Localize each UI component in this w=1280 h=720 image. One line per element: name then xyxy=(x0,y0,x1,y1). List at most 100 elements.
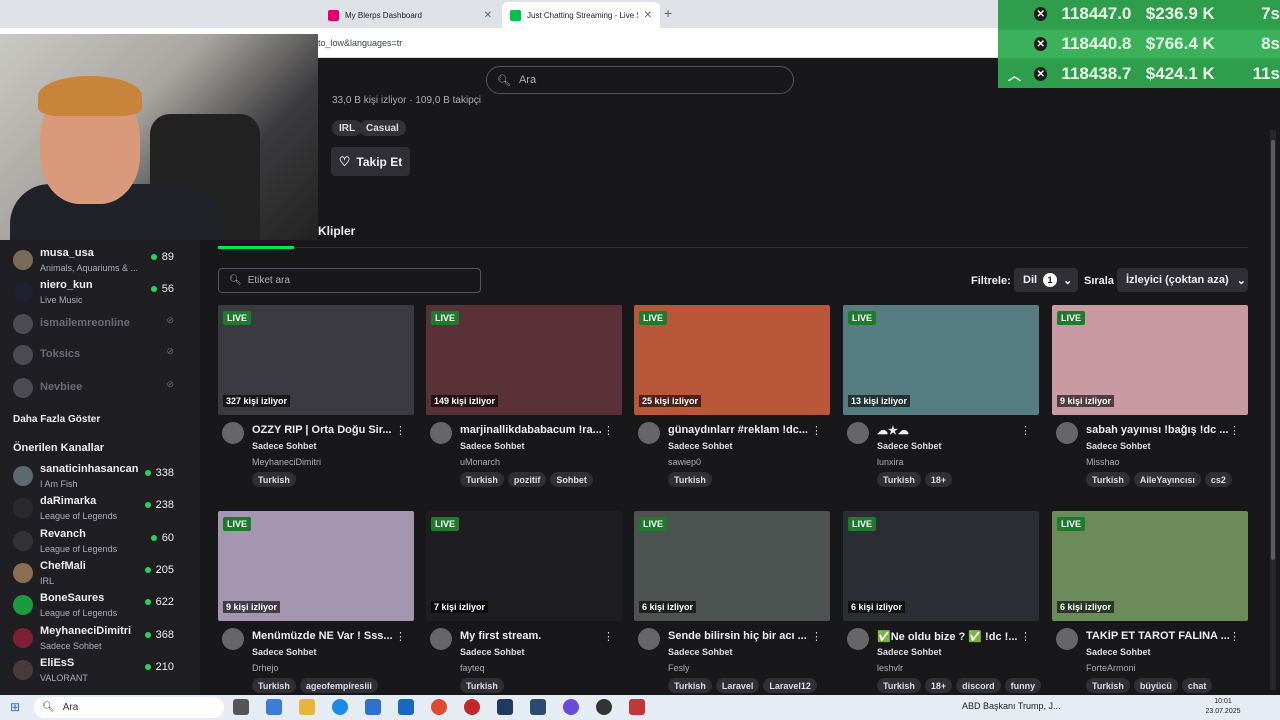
stream-card[interactable]: LIVE 9 kişi izliyor Menümüzde NE Var ! S… xyxy=(218,511,414,701)
stream-card[interactable]: LIVE 149 kişi izliyor marjinallikdababac… xyxy=(426,305,622,495)
stream-category[interactable]: Sadece Sohbet xyxy=(668,647,733,657)
stream-title[interactable]: ✅Ne oldu bize ? ✅ !dc !... xyxy=(877,630,1021,643)
follow-button[interactable]: ♡ Takip Et xyxy=(331,147,410,176)
sidebar-item-darimarka[interactable]: daRimarka League of Legends 238 xyxy=(0,493,200,525)
opera-icon[interactable] xyxy=(464,699,480,715)
new-tab-button[interactable]: + xyxy=(664,5,672,21)
stream-category[interactable]: Sadece Sohbet xyxy=(252,441,317,451)
stream-card[interactable]: LIVE 9 kişi izliyor sabah yayınısı !bağı… xyxy=(1052,305,1248,495)
stream-category[interactable]: Sadece Sohbet xyxy=(1086,441,1151,451)
stream-title[interactable]: Sende bilirsin hiç bir acı ... xyxy=(668,630,812,642)
sidebar-item-chefmali[interactable]: ChefMali IRL 205 xyxy=(0,558,200,590)
stream-title[interactable]: marjinallikdababacum !ra... xyxy=(460,424,604,436)
obs-icon[interactable] xyxy=(596,699,612,715)
app-icon[interactable] xyxy=(629,699,645,715)
stream-channel[interactable]: Drhejo xyxy=(252,663,279,673)
sidebar-item-toksics[interactable]: Toksics ⊘ xyxy=(0,340,200,372)
stream-thumbnail[interactable]: LIVE 13 kişi izliyor xyxy=(843,305,1039,415)
sidebar-item-meyhanecidimitri[interactable]: MeyhaneciDimitri Sadece Sohbet 368 xyxy=(0,623,200,655)
stream-tag[interactable]: Turkish xyxy=(460,678,504,693)
avatar[interactable] xyxy=(638,422,660,444)
sidebar-item-sanaticinhasancan[interactable]: sanaticinhasancan I Am Fish 338 xyxy=(0,461,200,493)
stream-tag[interactable]: Turkish xyxy=(877,472,921,487)
stream-title[interactable]: OZZY RIP | Orta Doğu Sir... xyxy=(252,424,396,436)
stream-tag[interactable]: Turkish xyxy=(668,678,712,693)
stream-tag[interactable]: AileYayıncısı xyxy=(1133,472,1201,487)
avatar[interactable] xyxy=(1056,422,1078,444)
stream-tag[interactable]: ageofempiresiii xyxy=(299,678,378,693)
stream-card[interactable]: LIVE 6 kişi izliyor TAKİP ET TAROT FALIN… xyxy=(1052,511,1248,701)
stream-tag[interactable]: büyücü xyxy=(1133,678,1178,693)
stream-title[interactable]: TAKİP ET TAROT FALINA ... xyxy=(1086,630,1230,642)
sidebar-item-bonesaures[interactable]: BoneSaures League of Legends 622 xyxy=(0,590,200,622)
stream-thumbnail[interactable]: LIVE 6 kişi izliyor xyxy=(634,511,830,621)
browser-tab-active[interactable]: Just Chatting Streaming - Live S ✕ xyxy=(502,2,660,28)
outlook-icon[interactable] xyxy=(398,699,414,715)
show-more-button[interactable]: Daha Fazla Göster xyxy=(13,414,100,425)
avatar[interactable] xyxy=(638,628,660,650)
stream-tag[interactable]: cs2 xyxy=(1204,472,1232,487)
stream-card[interactable]: LIVE 6 kişi izliyor ✅Ne oldu bize ? ✅ !d… xyxy=(843,511,1042,701)
search-input[interactable]: 🔍︎ Ara xyxy=(486,66,794,94)
sidebar-item-niero_kun[interactable]: niero_kun Live Music 56 xyxy=(0,277,200,309)
more-options-icon[interactable]: ⋮ xyxy=(603,424,614,437)
stream-tag[interactable]: funny xyxy=(1004,678,1042,693)
close-icon[interactable]: ✕ xyxy=(644,10,652,21)
stream-category[interactable]: Sadece Sohbet xyxy=(460,441,525,451)
channel-tag[interactable]: IRL xyxy=(332,120,363,136)
stream-card[interactable]: LIVE 25 kişi izliyor günaydınlarr #rekla… xyxy=(634,305,830,495)
stream-category[interactable]: Sadece Sohbet xyxy=(1086,647,1151,657)
stream-thumbnail[interactable]: LIVE 6 kişi izliyor xyxy=(1052,511,1248,621)
stream-channel[interactable]: Fesly xyxy=(668,663,690,673)
stream-thumbnail[interactable]: LIVE 7 kişi izliyor xyxy=(426,511,622,621)
stream-tag[interactable]: Turkish xyxy=(668,472,712,487)
stream-card[interactable]: LIVE 13 kişi izliyor ☁★☁ ⋮ Sadece Sohbet… xyxy=(843,305,1039,495)
stream-thumbnail[interactable]: LIVE 25 kişi izliyor xyxy=(634,305,830,415)
stream-thumbnail[interactable]: LIVE 6 kişi izliyor xyxy=(843,511,1039,621)
stream-channel[interactable]: lunxira xyxy=(877,457,904,467)
taskbar-clock[interactable]: 10:01 23.07.2025 xyxy=(1203,697,1243,717)
stream-title[interactable]: günaydınlarr #reklam !dc... xyxy=(668,424,812,436)
language-filter-dropdown[interactable]: Dil 1 ⌄ xyxy=(1014,268,1078,292)
more-options-icon[interactable]: ⋮ xyxy=(1229,630,1240,643)
avatar[interactable] xyxy=(222,422,244,444)
stream-channel[interactable]: Misshao xyxy=(1086,457,1120,467)
stream-thumbnail[interactable]: LIVE 327 kişi izliyor xyxy=(218,305,414,415)
taskbar-search[interactable]: 🔍︎ Ara xyxy=(34,697,224,718)
app-icon[interactable] xyxy=(563,699,579,715)
stream-channel[interactable]: fayteq xyxy=(460,663,485,673)
stream-thumbnail[interactable]: LIVE 149 kişi izliyor xyxy=(426,305,622,415)
address-text[interactable]: to_low&languages=tr xyxy=(318,38,402,48)
stream-tag[interactable]: 18+ xyxy=(924,472,953,487)
stream-card[interactable]: LIVE 327 kişi izliyor OZZY RIP | Orta Do… xyxy=(218,305,414,495)
channel-tag[interactable]: Casual xyxy=(359,120,406,136)
stream-channel[interactable]: ForteArmoni xyxy=(1086,663,1136,673)
sidebar-item-ismailemreonline[interactable]: ismailemreonline ⊘ xyxy=(0,309,200,341)
stream-card[interactable]: LIVE 6 kişi izliyor Sende bilirsin hiç b… xyxy=(634,511,830,701)
more-options-icon[interactable]: ⋮ xyxy=(395,424,406,437)
sidebar-item-eliess[interactable]: EliEsS VALORANT 210 xyxy=(0,655,200,687)
stream-category[interactable]: Sadece Sohbet xyxy=(877,441,942,451)
task-view-icon[interactable] xyxy=(233,699,249,715)
copilot-icon[interactable] xyxy=(266,699,282,715)
store-icon[interactable] xyxy=(365,699,381,715)
steam-icon[interactable] xyxy=(497,699,513,715)
stream-category[interactable]: Sadece Sohbet xyxy=(877,647,942,657)
news-widget[interactable]: ABD Başkanı Trump, J... xyxy=(962,701,1061,711)
stream-tag[interactable]: Turkish xyxy=(1086,678,1130,693)
stream-category[interactable]: Sadece Sohbet xyxy=(668,441,733,451)
stream-category[interactable]: Sadece Sohbet xyxy=(460,647,525,657)
stream-title[interactable]: sabah yayınısı !bağış !dc ... xyxy=(1086,424,1230,436)
more-options-icon[interactable]: ⋮ xyxy=(1229,424,1240,437)
avatar[interactable] xyxy=(847,628,869,650)
scrollbar-thumb[interactable] xyxy=(1271,140,1275,560)
more-options-icon[interactable]: ⋮ xyxy=(811,630,822,643)
stream-tag[interactable]: Turkish xyxy=(252,678,296,693)
chrome-icon[interactable] xyxy=(431,699,447,715)
more-options-icon[interactable]: ⋮ xyxy=(811,424,822,437)
tag-search-input[interactable]: 🔍︎ Etiket ara xyxy=(218,268,481,293)
stream-tag[interactable]: discord xyxy=(956,678,1001,693)
app-icon[interactable] xyxy=(530,699,546,715)
stream-card[interactable]: LIVE 7 kişi izliyor My first stream. ⋮ S… xyxy=(426,511,622,701)
sidebar-item-nevbiee[interactable]: Nevbiee ⊘ xyxy=(0,373,200,405)
